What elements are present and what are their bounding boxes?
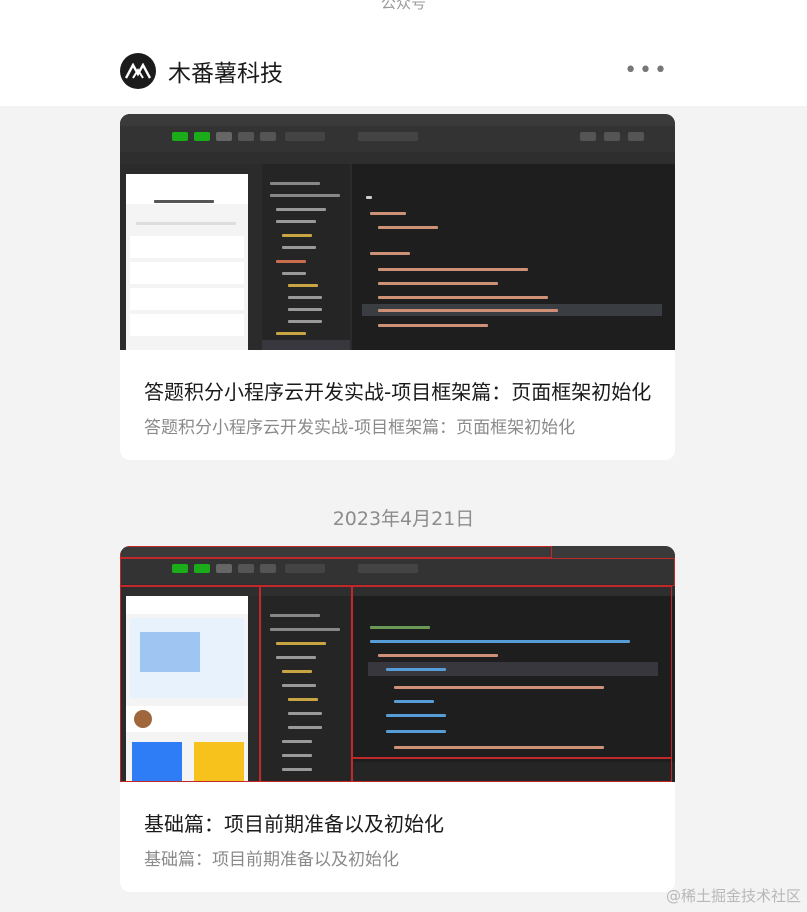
page-top-label: 公众号	[380, 0, 426, 12]
article-title[interactable]: 答题积分小程序云开发实战-项目框架篇：页面框架初始化	[144, 376, 654, 405]
account-name[interactable]: 木番薯科技	[168, 54, 283, 88]
account-header: 公众号 木番薯科技 •••	[0, 0, 807, 106]
avatar[interactable]	[120, 53, 156, 89]
date-separator: 2023年4月21日	[332, 508, 475, 530]
article-digest: 答题积分小程序云开发实战-项目框架篇：页面框架初始化	[144, 418, 576, 438]
account-info[interactable]: 木番薯科技	[120, 51, 283, 91]
watermark: @稀土掘金技术社区	[665, 887, 801, 905]
article-digest: 基础篇：项目前期准备以及初始化	[144, 850, 399, 870]
article-card[interactable]: 基础篇：项目前期准备以及初始化 基础篇：项目前期准备以及初始化	[120, 546, 675, 892]
more-icon[interactable]: •••	[624, 58, 669, 83]
article-title[interactable]: 基础篇：项目前期准备以及初始化	[144, 808, 654, 837]
article-thumbnail	[120, 114, 675, 350]
brand-logo-icon	[125, 63, 151, 79]
article-card[interactable]: 答题积分小程序云开发实战-项目框架篇：页面框架初始化 答题积分小程序云开发实战-…	[120, 114, 675, 460]
article-thumbnail	[120, 546, 675, 782]
